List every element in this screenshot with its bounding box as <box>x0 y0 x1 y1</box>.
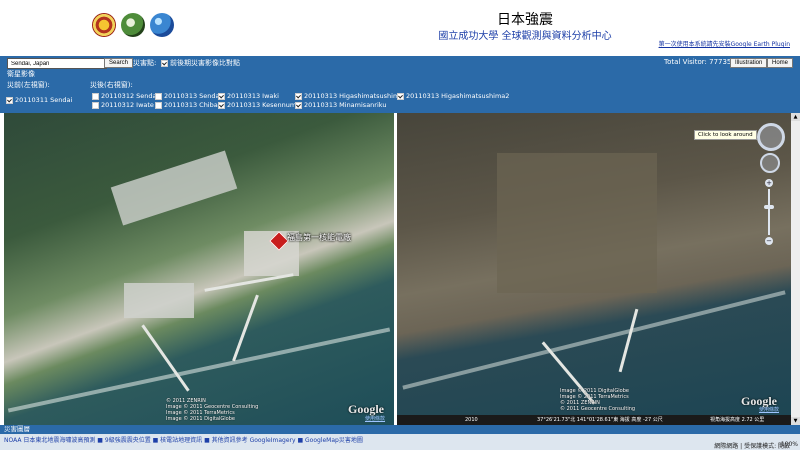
post-option-label: 20110312 Iwate <box>101 101 154 109</box>
post-option-checkbox[interactable] <box>218 101 225 109</box>
post-option-label: 20110313 Sendai <box>164 92 222 100</box>
post-option-label: 20110313 Iwaki <box>227 92 279 100</box>
browser-zoom-level[interactable]: 100% <box>781 441 798 448</box>
zoom-out-button[interactable]: − <box>765 237 773 245</box>
home-button[interactable]: Home <box>767 58 794 68</box>
navigation-ring-icon[interactable] <box>757 123 785 151</box>
post-option-checkbox[interactable] <box>295 101 302 109</box>
post-option-label: 20110313 Kesennuma <box>227 101 301 109</box>
satellite-imagery-label: 衛星影像 <box>7 70 35 78</box>
post-option-checkbox[interactable] <box>155 92 162 100</box>
pre-option[interactable]: 20110311 Sendai <box>6 96 72 104</box>
post-option-label: 20110313 Higashimatsushima2 <box>406 92 510 100</box>
map-before-disaster[interactable]: 福島第一核能電廠 © 2011 ZENRIN Image © 2011 Geoc… <box>4 113 394 425</box>
disaster-point-label: 災害點: <box>133 59 157 67</box>
post-option[interactable]: 20110312 Iwate <box>92 101 154 109</box>
bottom-strip: NOAA 日本東北地震海嘯波高預測 ■ 9級強震震央位置 ■ 核電站地理資訊 ■… <box>0 434 800 450</box>
pre-disaster-label: 災前(左視窗): <box>7 81 50 89</box>
disaster-layers-bar: 災害圖層 <box>0 425 800 434</box>
post-disaster-label: 災後(右視窗): <box>90 81 133 89</box>
page-scrollbar[interactable]: ▲ ▼ <box>791 113 800 425</box>
post-option-checkbox[interactable] <box>218 92 225 100</box>
terms-link[interactable]: 使用條款 <box>365 415 385 422</box>
search-input[interactable] <box>7 58 107 69</box>
search-button[interactable]: Search <box>104 58 134 68</box>
visitor-counter: Total Visitor: 77735 <box>664 58 732 66</box>
power-plant-south <box>124 283 194 318</box>
breakwater-right <box>232 294 259 362</box>
zoom-in-button[interactable]: + <box>765 179 773 187</box>
post-option[interactable]: 20110313 Kesennuma <box>218 101 300 109</box>
terms-link[interactable]: 使用條款 <box>759 406 779 413</box>
compare-checkbox-label: 前後期災害影像比對點 <box>170 59 240 67</box>
post-option[interactable]: 20110313 Higashimatsushima2 <box>397 92 509 100</box>
post-option-checkbox[interactable] <box>92 92 99 100</box>
post-option-checkbox[interactable] <box>397 92 404 100</box>
post-option[interactable]: 20110313 Higashimatsushima <box>295 92 403 100</box>
scroll-up-icon[interactable]: ▲ <box>791 113 800 121</box>
view-altitude-readout: 視角海拔高度 2.72 公里 <box>710 417 765 423</box>
coordinates-readout: 37°26'21.73"北 141°01'28.61"東 海拔 高度 -27 公… <box>537 417 663 423</box>
post-option-checkbox[interactable] <box>155 101 162 109</box>
post-option-checkbox[interactable] <box>92 101 99 109</box>
pre-option-checkbox[interactable] <box>6 96 13 104</box>
illustration-button[interactable]: Illustration <box>730 58 768 68</box>
zoom-slider-handle[interactable] <box>764 205 774 209</box>
nuclear-plant-label[interactable]: 福島第一核能電廠 <box>287 232 351 243</box>
damaged-area <box>497 153 657 293</box>
page-header: 日本強震 國立成功大學 全球觀測與資料分析中心 第一次使用本系統請先安裝Goog… <box>0 0 800 56</box>
compare-checkbox[interactable] <box>161 59 168 67</box>
post-option[interactable]: 20110313 Sendai <box>155 92 221 100</box>
map-after-disaster[interactable]: Click to look around + − Image © 2011 Di… <box>397 113 791 425</box>
look-around-control-icon[interactable] <box>760 153 780 173</box>
post-option[interactable]: 20110312 Sendai <box>92 92 158 100</box>
pre-option-label: 20110311 Sendai <box>15 96 73 104</box>
post-option-checkbox[interactable] <box>295 92 302 100</box>
plugin-install-link[interactable]: 第一次使用本系統請先安裝Google Earth Plugin <box>659 39 790 48</box>
post-option-label: 20110312 Sendai <box>101 92 159 100</box>
post-option[interactable]: 20110313 Chiba <box>155 101 218 109</box>
map-copyright: Image © 2011 DigitalGlobe Image © 2011 T… <box>560 388 636 412</box>
disaster-layers-title: 災害圖層 <box>4 425 30 433</box>
post-option[interactable]: 20110313 Minamisanriku <box>295 101 386 109</box>
industrial-area <box>110 150 238 226</box>
disaster-layer-links[interactable]: NOAA 日本東北地震海嘯波高預測 ■ 9級強震震央位置 ■ 核電站地理資訊 ■… <box>4 435 363 444</box>
compare-checkbox-row[interactable]: 前後期災害影像比對點 <box>161 58 240 68</box>
map-copyright: © 2011 ZENRIN Image © 2011 Geocentre Con… <box>166 398 259 422</box>
zoom-slider-track[interactable] <box>768 189 770 235</box>
post-option-label: 20110313 Minamisanriku <box>304 101 387 109</box>
post-option-label: 20110313 Chiba <box>164 101 218 109</box>
breakwater-right <box>618 308 639 373</box>
earth-status-bar: 2010 37°26'21.73"北 141°01'28.61"東 海拔 高度 … <box>397 415 791 425</box>
post-option-label: 20110313 Higashimatsushima <box>304 92 404 100</box>
control-bar: Search 災害點: 前後期災害影像比對點 Total Visitor: 77… <box>0 56 800 113</box>
post-option[interactable]: 20110313 Iwaki <box>218 92 279 100</box>
scroll-down-icon[interactable]: ▼ <box>791 417 800 425</box>
imagery-year: 2010 <box>465 417 478 423</box>
look-around-tooltip: Click to look around <box>694 130 757 140</box>
browser-status-text: 網際網路 | 受保護模式: 開啟 <box>714 443 790 450</box>
page-title: 日本強震 <box>497 12 553 28</box>
shoreline <box>402 290 786 390</box>
